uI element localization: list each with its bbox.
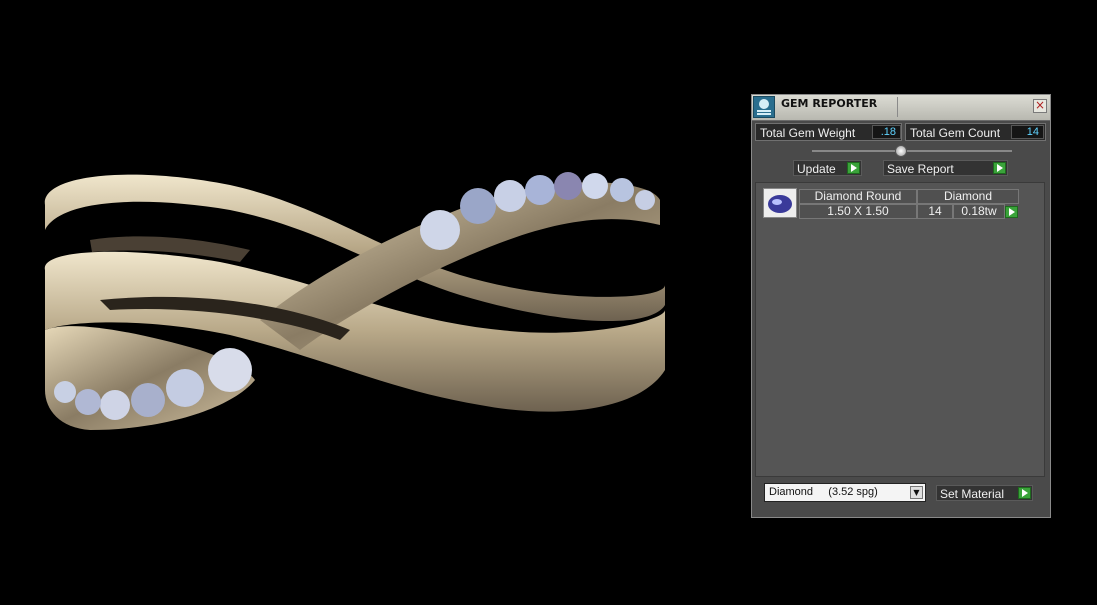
panel-title: GEM REPORTER [781,97,878,110]
total-gem-count-label: Total Gem Count [910,126,1001,140]
update-button[interactable]: Update [793,160,862,176]
3d-viewport[interactable] [0,0,740,600]
play-arrow-icon [993,162,1006,174]
set-material-button[interactable]: Set Material [936,485,1033,501]
save-report-button-label: Save Report [887,162,954,176]
play-arrow-icon [1018,487,1031,499]
update-button-label: Update [797,162,836,176]
set-material-button-label: Set Material [940,487,1005,501]
total-gem-weight-label: Total Gem Weight [760,126,856,140]
total-gem-count-value: 14 [1011,125,1044,139]
gem-size-cell: 1.50 X 1.50 [799,204,917,219]
gem-material-cell: Diamond [917,189,1019,204]
ring-render [44,172,666,430]
gem-count-cell: 14 [917,204,953,219]
slider-thumb[interactable] [895,145,907,157]
total-gem-weight-value: .18 [872,125,901,139]
material-dropdown-value: Diamond (3.52 spg) [769,486,878,498]
play-arrow-icon [847,162,860,174]
total-gem-count-box: Total Gem Count 14 [905,123,1046,141]
gem-thumbnail-icon [763,188,797,218]
panel-titlebar[interactable]: GEM REPORTER × [752,95,1050,121]
total-gem-weight-box: Total Gem Weight .18 [755,123,902,141]
gem-reporter-panel: GEM REPORTER × Total Gem Weight .18 Tota… [751,94,1051,518]
gem-list[interactable]: Diamond Round Diamond 1.50 X 1.50 14 0.1… [755,182,1045,477]
dropdown-arrow-icon[interactable]: ▼ [910,486,923,499]
gem-weight-cell: 0.18tw [953,204,1005,219]
slider-track[interactable] [812,150,1012,152]
material-dropdown[interactable]: Diamond (3.52 spg) ▼ [764,483,926,502]
play-arrow-icon[interactable] [1005,206,1018,218]
gem-name-cell: Diamond Round [799,189,917,204]
save-report-button[interactable]: Save Report [883,160,1008,176]
gem-reporter-app-icon [753,96,775,118]
title-divider [897,97,898,117]
close-icon[interactable]: × [1033,99,1047,113]
